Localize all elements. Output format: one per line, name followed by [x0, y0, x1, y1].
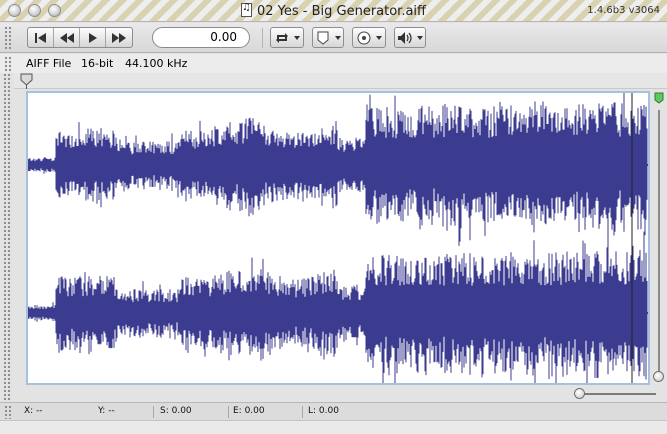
x-readout: X: --	[24, 406, 43, 416]
vertical-zoom-track[interactable]	[658, 110, 660, 378]
bit-depth: 16-bit	[81, 57, 114, 70]
toolbar: 0.00	[0, 23, 667, 53]
side-grip	[3, 73, 11, 401]
file-info-bar: AIFF File 16-bit 44.100 kHz	[0, 54, 667, 73]
length-readout: L: 0.00	[308, 406, 339, 416]
horizontal-zoom-knob[interactable]	[574, 388, 585, 399]
horizontal-zoom-track[interactable]	[578, 393, 656, 395]
file-format: AIFF File	[26, 57, 72, 70]
fast-forward-icon	[112, 32, 126, 43]
rewind-icon	[59, 32, 74, 43]
loop-icon	[276, 32, 288, 43]
sample-rate: 44.100 kHz	[125, 57, 188, 70]
skip-to-start-button[interactable]	[28, 28, 54, 47]
transport-controls	[27, 27, 133, 48]
marker-icon	[317, 31, 329, 45]
title-bar: 02 Yes - Big Generator.aiff 1.4.6b3 v306…	[0, 0, 667, 22]
chevron-down-icon	[417, 35, 423, 40]
chevron-down-icon	[376, 35, 382, 40]
vertical-zoom-knob[interactable]	[653, 371, 664, 382]
play-icon	[88, 32, 97, 43]
toolbar-divider	[262, 28, 263, 48]
playhead-icon[interactable]	[20, 73, 33, 89]
play-button[interactable]	[80, 28, 106, 47]
waveform-view[interactable]	[26, 91, 650, 385]
volume-dropdown[interactable]	[394, 27, 426, 48]
skip-to-start-icon	[34, 32, 46, 43]
marker-dropdown[interactable]	[312, 27, 344, 48]
infobar-grip	[4, 56, 12, 71]
timeline-ruler[interactable]	[14, 73, 667, 89]
start-readout: S: 0.00	[160, 406, 192, 416]
chevron-down-icon	[335, 35, 341, 40]
waveform	[28, 93, 648, 383]
bottom-strip	[0, 420, 667, 434]
fast-forward-button[interactable]	[106, 28, 132, 47]
record-icon	[357, 31, 371, 44]
window-title: 02 Yes - Big Generator.aiff	[0, 2, 667, 19]
status-divider	[302, 406, 303, 418]
green-marker-icon[interactable]	[654, 92, 664, 104]
y-readout: Y: --	[98, 406, 115, 416]
loop-dropdown[interactable]	[270, 27, 304, 48]
volume-icon	[398, 31, 412, 44]
time-field[interactable]: 0.00	[152, 27, 250, 48]
end-readout: E: 0.00	[233, 406, 265, 416]
record-dropdown[interactable]	[352, 27, 386, 48]
waveform-path	[28, 93, 648, 383]
toolbar-grip	[4, 26, 12, 50]
rewind-button[interactable]	[54, 28, 80, 47]
chevron-down-icon	[294, 35, 300, 40]
status-divider	[153, 406, 154, 418]
window-title-text: 02 Yes - Big Generator.aiff	[256, 4, 427, 19]
statusbar-grip	[4, 405, 12, 419]
status-divider	[228, 406, 229, 418]
status-bar: X: -- Y: -- S: 0.00 E: 0.00 L: 0.00	[0, 402, 667, 420]
audio-file-icon	[240, 2, 252, 17]
version-label: 1.4.6b3 v3064	[587, 5, 660, 16]
